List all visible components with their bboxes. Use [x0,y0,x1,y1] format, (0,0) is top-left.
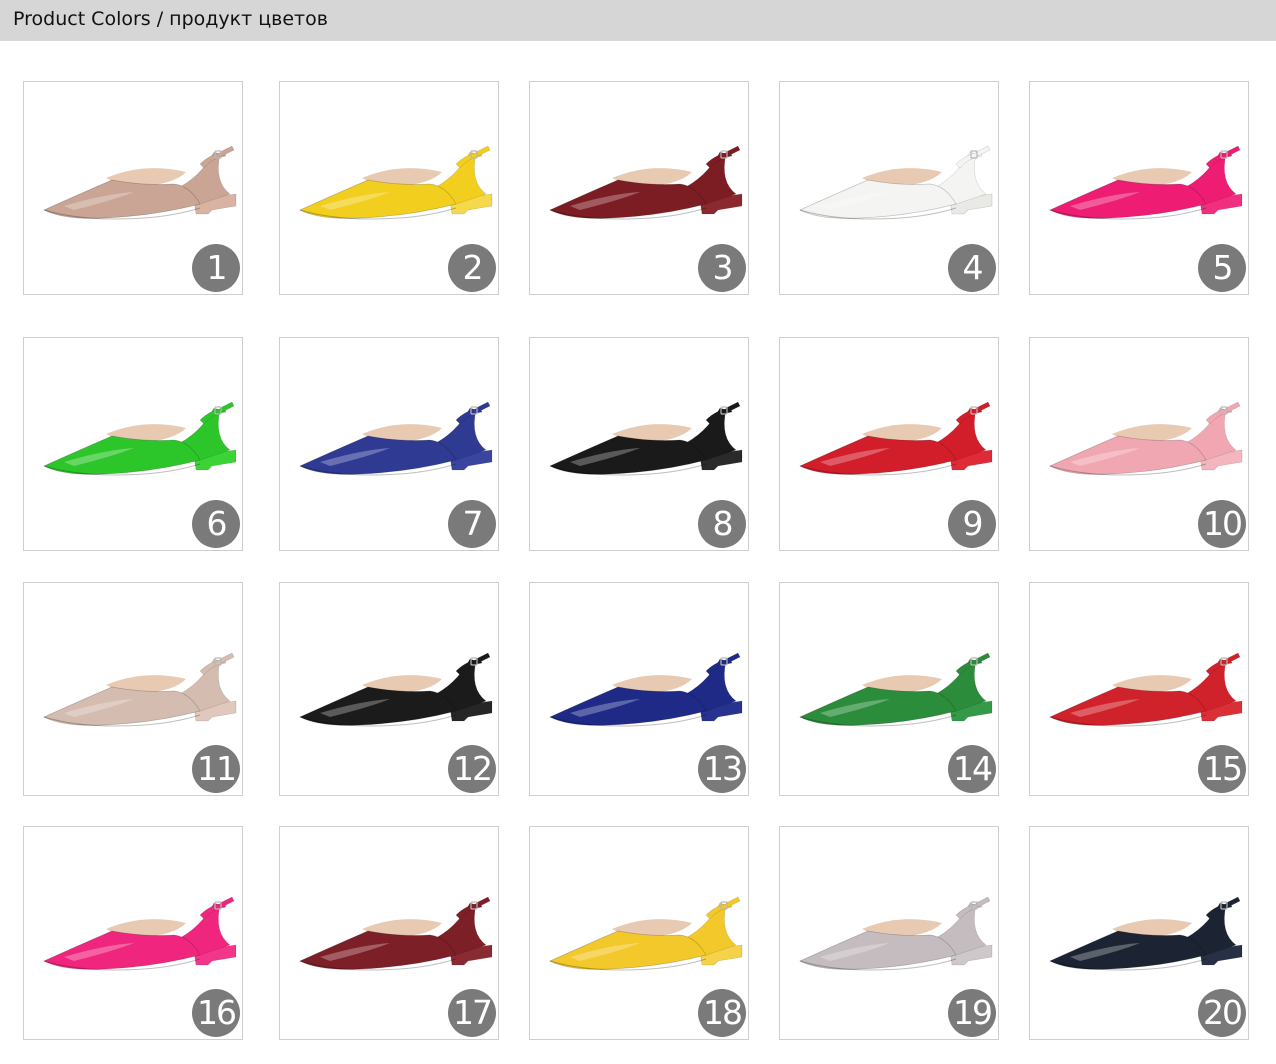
color-number-badge: 11 [192,745,240,793]
color-option-card[interactable]: 1 [23,81,243,295]
color-number-badge: 7 [448,500,496,548]
color-option-card[interactable]: 13 [529,582,749,796]
color-number-badge: 12 [448,745,496,793]
color-number-badge: 10 [1198,500,1246,548]
color-option-card[interactable]: 8 [529,337,749,551]
color-option-card[interactable]: 10 [1029,337,1249,551]
color-option-card[interactable]: 14 [779,582,999,796]
color-option-card[interactable]: 5 [1029,81,1249,295]
color-option-card[interactable]: 16 [23,826,243,1040]
color-option-card[interactable]: 7 [279,337,499,551]
color-number-badge: 15 [1198,745,1246,793]
color-option-card[interactable]: 4 [779,81,999,295]
color-number-badge: 20 [1198,989,1246,1037]
color-option-card[interactable]: 11 [23,582,243,796]
color-number-badge: 4 [948,244,996,292]
color-number-badge: 8 [698,500,746,548]
color-number-badge: 2 [448,244,496,292]
color-number-badge: 9 [948,500,996,548]
color-option-card[interactable]: 2 [279,81,499,295]
color-option-card[interactable]: 19 [779,826,999,1040]
product-color-grid: 1 2 3 4 5 6 7 8 9 10 11 12 13 14 15 16 17 18 19 20 [0,0,1276,1064]
color-option-card[interactable]: 9 [779,337,999,551]
color-option-card[interactable]: 17 [279,826,499,1040]
color-number-badge: 18 [698,989,746,1037]
color-number-badge: 3 [698,244,746,292]
color-number-badge: 14 [948,745,996,793]
color-number-badge: 13 [698,745,746,793]
color-option-card[interactable]: 20 [1029,826,1249,1040]
color-option-card[interactable]: 18 [529,826,749,1040]
color-option-card[interactable]: 15 [1029,582,1249,796]
color-number-badge: 19 [948,989,996,1037]
color-number-badge: 1 [192,244,240,292]
color-number-badge: 17 [448,989,496,1037]
color-option-card[interactable]: 6 [23,337,243,551]
color-option-card[interactable]: 12 [279,582,499,796]
color-number-badge: 6 [192,500,240,548]
color-number-badge: 16 [192,989,240,1037]
color-option-card[interactable]: 3 [529,81,749,295]
color-number-badge: 5 [1198,244,1246,292]
